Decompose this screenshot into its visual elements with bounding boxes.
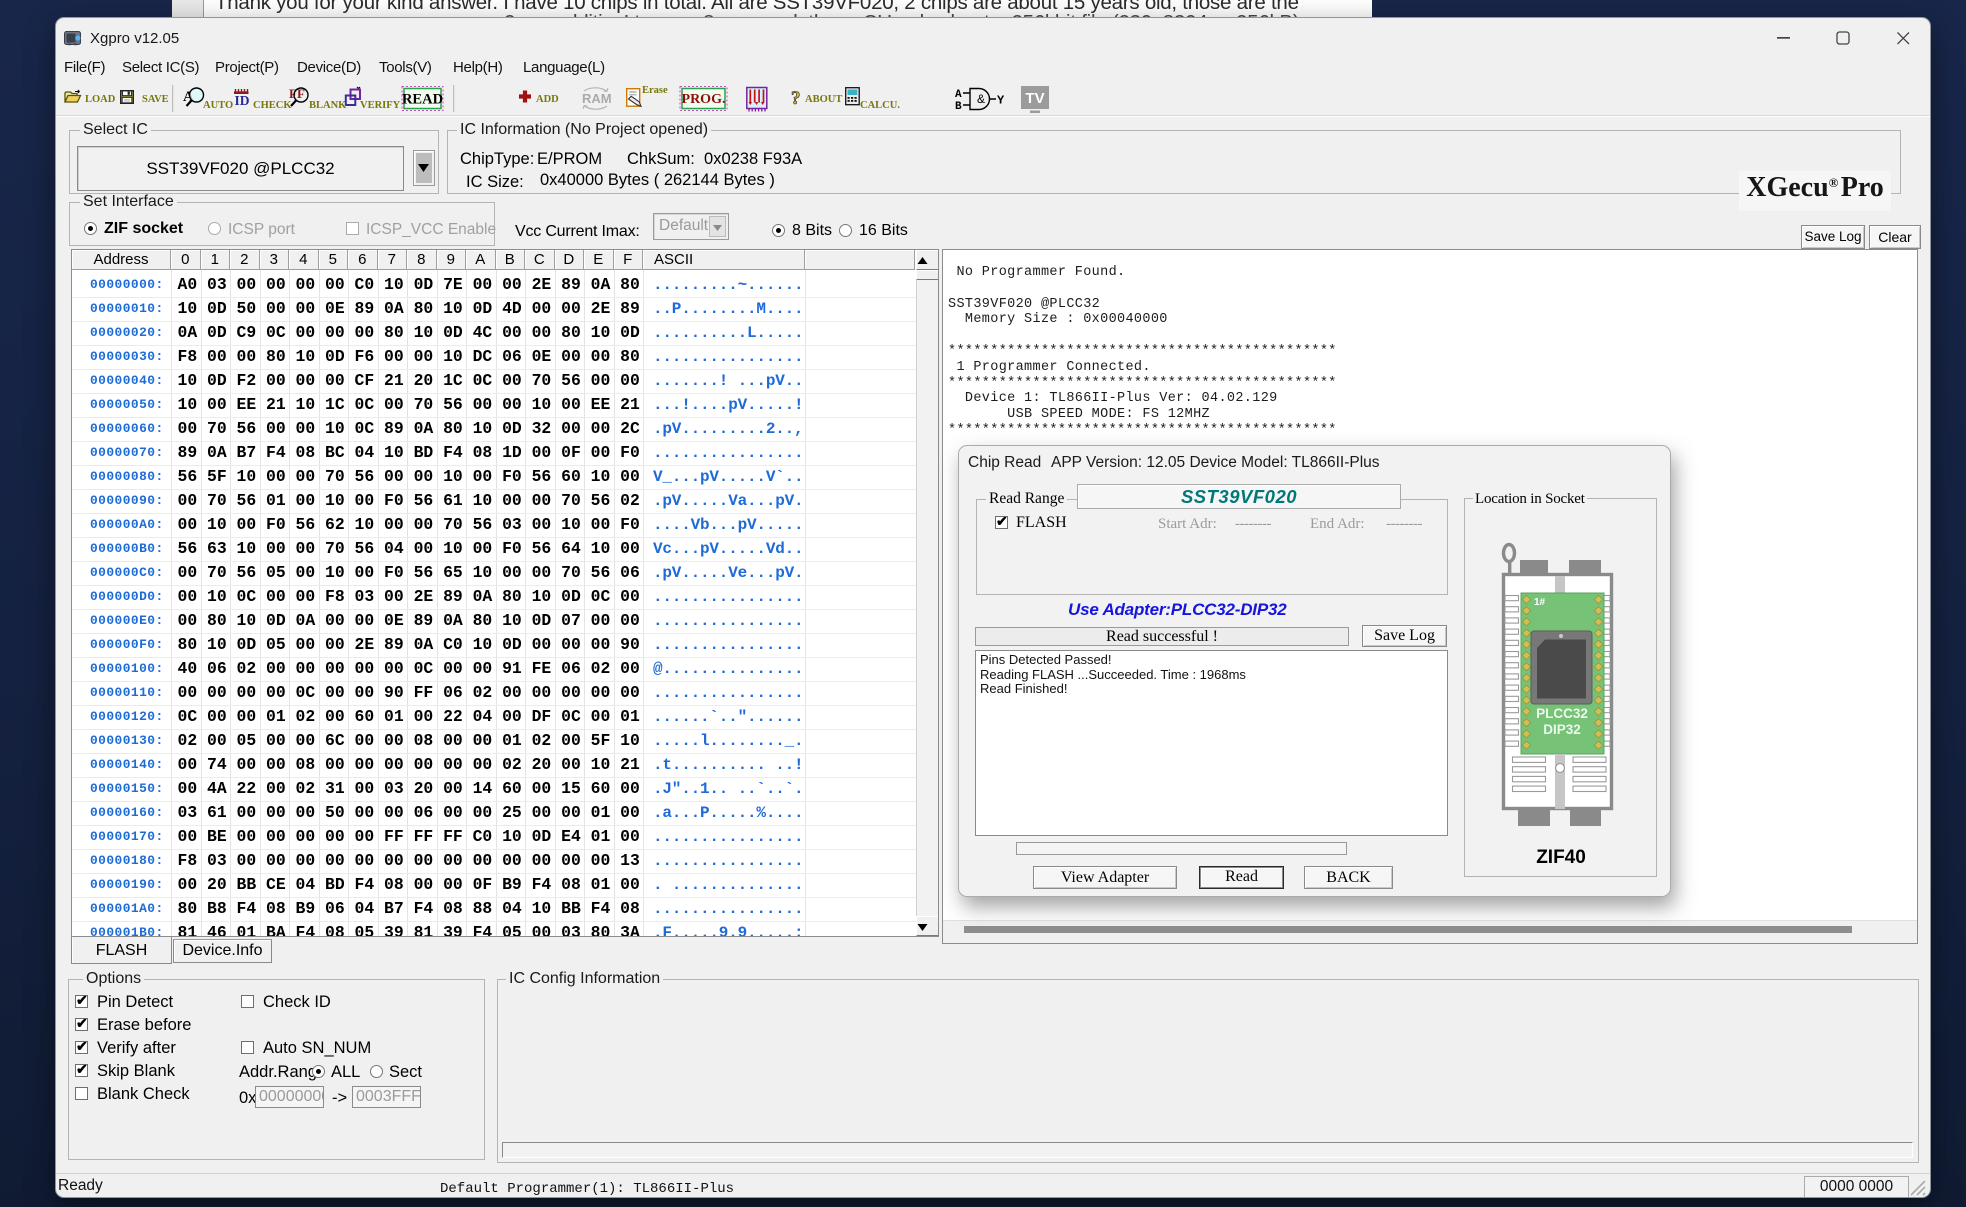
svg-text:Y: Y [997,94,1005,108]
svg-text:1#: 1# [1534,597,1546,608]
svg-text:A: A [955,89,962,101]
svg-text:PROG.: PROG. [682,92,726,107]
svg-text:ZIF40: ZIF40 [1536,847,1586,868]
svg-text:TV: TV [1025,90,1044,107]
svg-text:ABOUT: ABOUT [805,94,842,105]
svg-text:LOAD: LOAD [85,94,116,105]
svg-text:VERIFY: VERIFY [360,100,401,111]
svg-text:DIP32: DIP32 [1543,722,1581,737]
svg-text:READ: READ [402,92,443,108]
svg-text:SAVE: SAVE [142,94,169,105]
svg-text:CALCU.: CALCU. [860,100,900,111]
svg-text:ID: ID [235,93,250,108]
svg-text:PLCC32: PLCC32 [1536,706,1588,721]
svg-text:Erase: Erase [642,85,668,96]
svg-text:BLANK: BLANK [309,100,347,111]
svg-text:RAM: RAM [582,91,612,106]
svg-text:B: B [955,101,962,113]
svg-text:&: & [977,92,985,106]
svg-text:ADD: ADD [536,94,559,105]
svg-text:AUTO: AUTO [203,100,233,111]
svg-text:CHECK: CHECK [253,100,292,111]
svg-text:?: ? [791,88,801,109]
